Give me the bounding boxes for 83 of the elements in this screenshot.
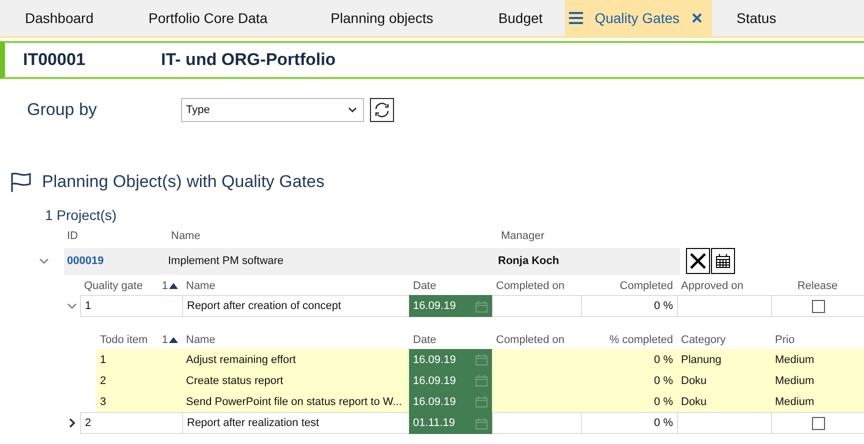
sort-order: 1 — [162, 280, 168, 292]
table-cell: 0 % — [581, 391, 677, 412]
table-cell: Doku — [677, 391, 771, 412]
tab[interactable]: Portfolio Core Data — [116, 0, 290, 36]
column-header[interactable]: Date — [413, 280, 436, 292]
calendar-icon — [715, 253, 731, 269]
sort-order: 1 — [162, 334, 168, 346]
tab[interactable]: Dashboard — [0, 0, 116, 36]
tab[interactable]: Budget — [473, 0, 565, 36]
project-id-link[interactable]: 000019 — [64, 255, 168, 267]
table-cell: Adjust remaining effort — [182, 349, 409, 370]
table-cell: 0 % — [581, 370, 677, 391]
column-header: ID — [67, 230, 78, 242]
group-by-dropdown[interactable]: Type — [181, 98, 364, 122]
flag-icon — [10, 172, 32, 192]
project-name: Implement PM software — [168, 255, 285, 267]
chevron-right-icon[interactable] — [67, 418, 77, 428]
column-header[interactable]: Completed on — [496, 334, 564, 346]
column-header[interactable]: Release — [797, 280, 838, 292]
date-cell[interactable]: 16.09.19 — [409, 370, 492, 391]
sort-ascending-icon[interactable] — [169, 337, 178, 343]
table-cell: Doku — [677, 370, 771, 391]
column-header[interactable]: Todo item — [100, 334, 148, 346]
calendar-icon — [475, 353, 488, 366]
column-header[interactable]: Category — [681, 334, 726, 346]
refresh-icon — [373, 101, 391, 119]
menu-icon[interactable] — [568, 12, 583, 24]
release-checkbox[interactable] — [812, 300, 824, 312]
table-cell: 1 — [80, 295, 182, 317]
calendar-icon — [475, 300, 488, 312]
table-cell: 1 — [96, 349, 182, 370]
tab[interactable]: Quality Gates — [564, 0, 712, 36]
table-cell: Planung — [677, 349, 771, 370]
refresh-button[interactable] — [370, 98, 394, 122]
column-header[interactable]: Completed — [620, 280, 673, 292]
column-header[interactable]: Name — [186, 280, 216, 292]
table-cell: Report after creation of concept — [182, 295, 409, 317]
table-cell: Send PowerPoint file on status report to W... — [182, 391, 409, 412]
column-header: Manager — [501, 230, 544, 242]
calendar-icon — [475, 374, 488, 387]
tab[interactable]: Planning objects — [306, 0, 456, 36]
caret-icon — [348, 107, 357, 113]
project-row[interactable]: 000019 Implement PM software Ronja Koch — [64, 248, 680, 274]
column-header[interactable]: Approved on — [681, 280, 744, 292]
chevron-down-icon[interactable] — [39, 256, 49, 266]
tab[interactable]: Status — [712, 0, 798, 36]
column-header[interactable]: Name — [186, 334, 216, 346]
section-title: Planning Object(s) with Quality Gates — [42, 172, 325, 192]
chevron-down-icon[interactable] — [67, 301, 77, 311]
table-cell: 0 % — [581, 349, 677, 370]
date-cell[interactable]: 16.09.19 — [409, 391, 492, 412]
table-cell: Create status report — [182, 370, 409, 391]
column-header: Name — [171, 230, 200, 242]
column-header[interactable]: Completed on — [496, 280, 564, 292]
table-cell: Medium — [771, 370, 864, 391]
calendar-icon — [475, 395, 488, 408]
close-icon[interactable] — [692, 13, 702, 23]
column-header[interactable]: Quality gate — [84, 280, 143, 292]
delete-button[interactable] — [686, 248, 710, 274]
column-header[interactable]: % completed — [609, 334, 673, 346]
sort-ascending-icon[interactable] — [169, 283, 178, 289]
calendar-button[interactable] — [711, 248, 735, 274]
date-cell[interactable]: 16.09.19 — [409, 349, 492, 370]
project-count: 1 Project(s) — [44, 207, 118, 223]
table-cell: 0 % — [581, 412, 677, 434]
calendar-icon — [475, 416, 488, 430]
table-cell: Report after realization test — [182, 412, 409, 434]
date-cell[interactable]: 16.09.19 — [409, 295, 492, 317]
table-cell: Medium — [771, 391, 864, 412]
column-header[interactable]: Prio — [775, 334, 795, 346]
column-header[interactable]: Date — [413, 334, 436, 346]
close-icon — [689, 252, 707, 270]
release-checkbox[interactable] — [812, 416, 824, 430]
table-cell: Medium — [771, 349, 864, 370]
portfolio-title: IT- und ORG-Portfolio — [161, 50, 336, 70]
group-by-label: Group by — [26, 100, 98, 120]
manager-name: Ronja Koch — [498, 255, 560, 267]
portfolio-id: IT00001 — [22, 50, 86, 70]
table-cell: 3 — [96, 391, 182, 412]
table-cell: 0 % — [581, 295, 677, 317]
table-cell: 2 — [80, 412, 182, 434]
table-cell: 2 — [96, 370, 182, 391]
date-cell[interactable]: 01.11.19 — [409, 412, 492, 434]
